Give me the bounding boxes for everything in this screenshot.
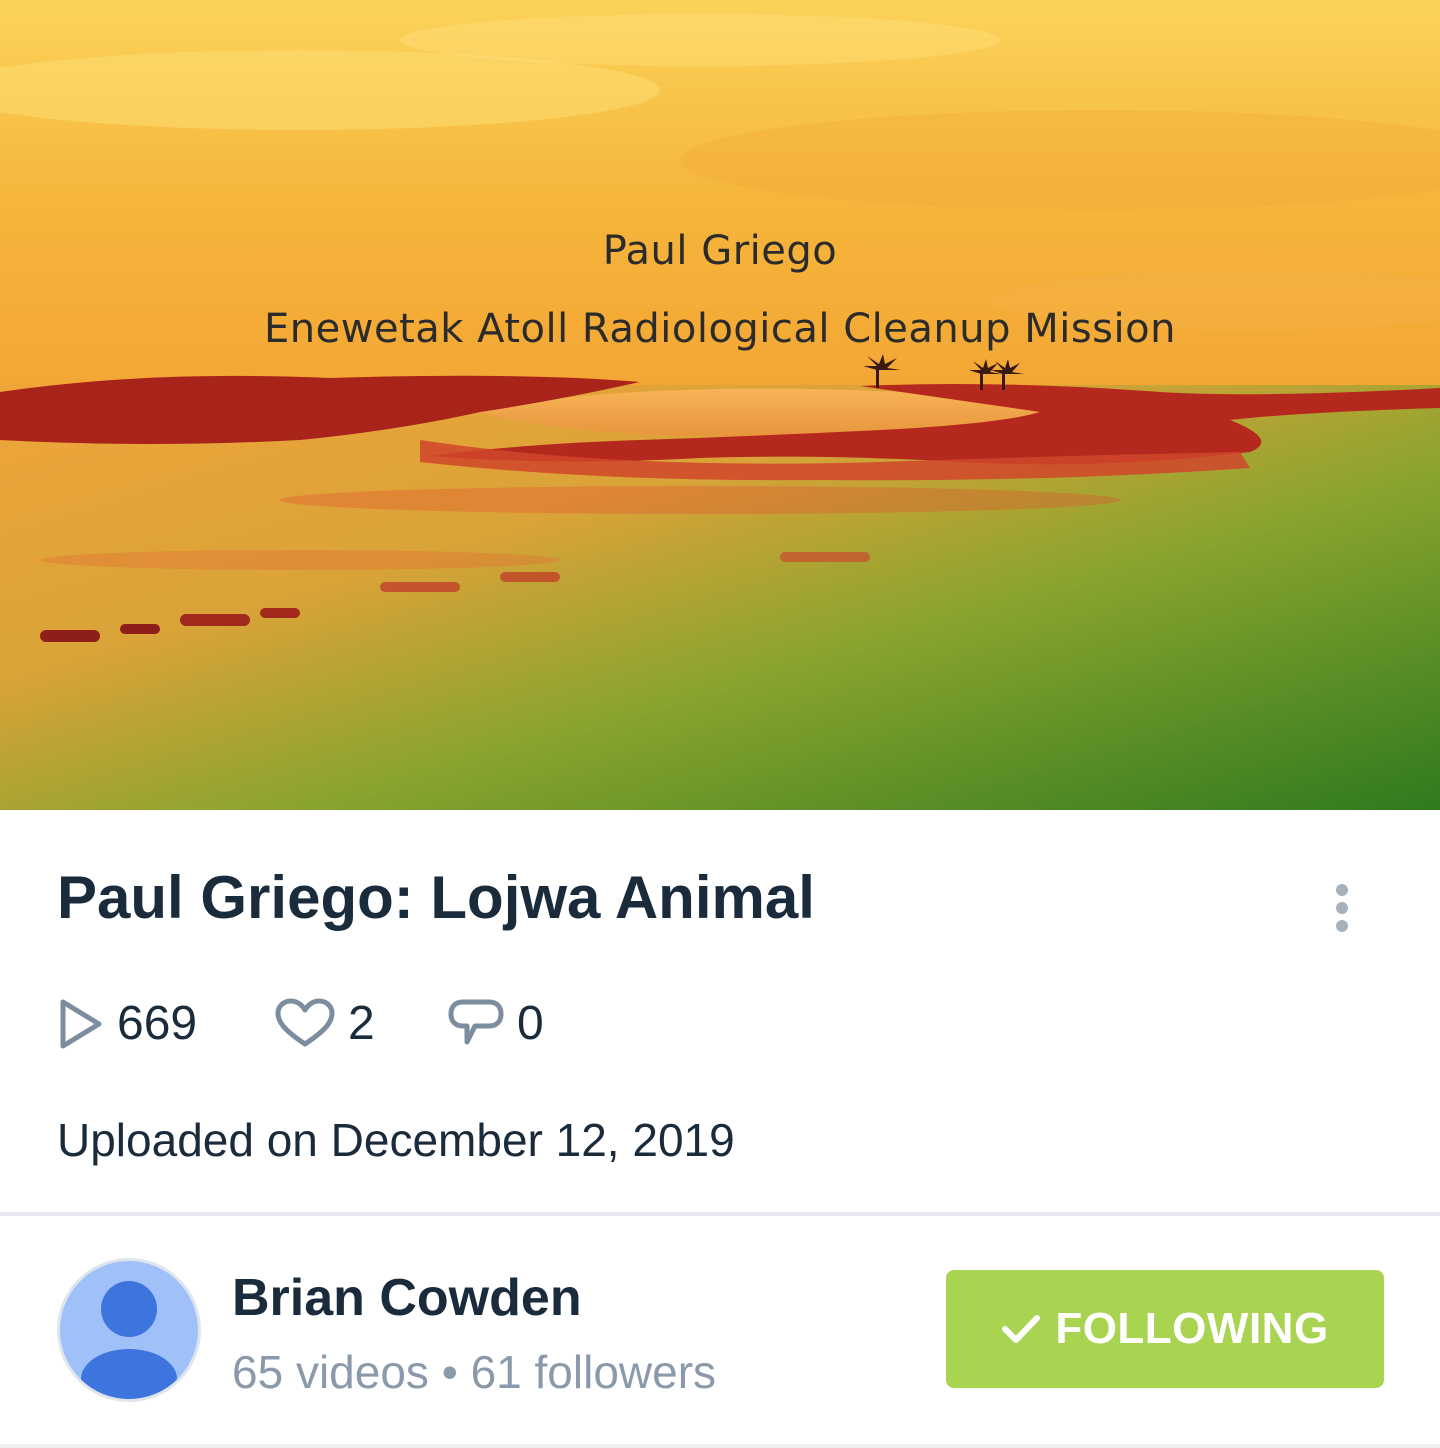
more-dot-bottom [1336,920,1348,932]
more-dot-middle [1336,902,1348,914]
upload-date: Uploaded on December 12, 2019 [57,1114,735,1166]
user-silhouette-icon [81,1281,177,1399]
play-outline-icon [60,999,102,1049]
heart-outline-icon[interactable] [274,998,336,1050]
thumbnail-landscape [0,0,1440,810]
likes-count: 2 [348,997,375,1050]
channel-avatar[interactable] [57,1258,201,1402]
likes-stat[interactable]: 2 [274,994,375,1054]
plays-stat: 669 [57,994,197,1054]
vertical-dots-icon [1336,884,1348,896]
following-button[interactable]: FOLLOWING [946,1270,1384,1388]
more-options-button[interactable] [1318,876,1366,940]
section-divider [0,1212,1440,1216]
video-thumbnail[interactable]: Paul Griego Enewetak Atoll Radiological … [0,0,1440,810]
following-button-label: FOLLOWING [1055,1304,1329,1353]
plays-count: 669 [117,997,198,1050]
comments-count: 0 [517,997,544,1050]
comments-stat[interactable]: 0 [447,994,544,1054]
channel-name[interactable]: Brian Cowden [232,1266,582,1330]
video-title: Paul Griego: Lojwa Animal [57,864,815,931]
bottom-divider [0,1444,1440,1448]
speech-bubble-icon[interactable] [447,998,505,1050]
checkmark-icon [1002,1315,1041,1343]
channel-meta: 65 videos • 61 followers [232,1346,717,1398]
thumbnail-caption-mission: Enewetak Atoll Radiological Cleanup Miss… [264,306,1176,352]
thumbnail-caption-name: Paul Griego [602,228,838,274]
